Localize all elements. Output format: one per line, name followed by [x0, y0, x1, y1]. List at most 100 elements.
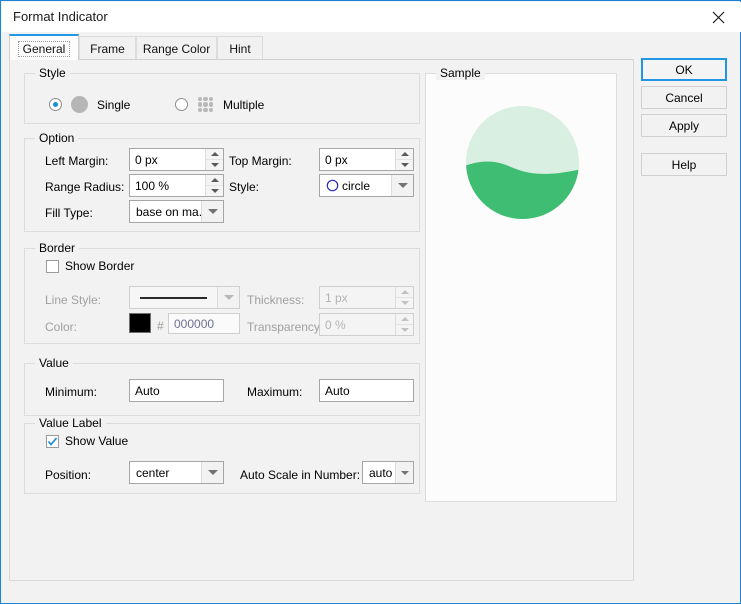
- cancel-button[interactable]: Cancel: [641, 86, 727, 109]
- style-group: Style Single Multiple: [24, 73, 420, 124]
- top-margin-label: Top Margin:: [229, 154, 292, 168]
- minimum-label: Minimum:: [45, 385, 97, 399]
- show-border-checkbox[interactable]: Show Border: [46, 259, 134, 273]
- value-label-group-legend: Value Label: [35, 416, 106, 430]
- range-radius-spin-down[interactable]: [206, 186, 223, 196]
- value-group: Value Minimum: Auto Maximum: Auto: [24, 363, 420, 416]
- indicator-gauge-icon: [465, 105, 580, 220]
- fill-type-label: Fill Type:: [45, 206, 93, 220]
- transparency-spinner[interactable]: 0 %: [319, 313, 414, 336]
- show-value-label: Show Value: [65, 434, 128, 448]
- minimum-input[interactable]: Auto: [129, 379, 224, 402]
- transparency-spin-buttons[interactable]: [395, 314, 413, 335]
- thickness-value: 1 px: [320, 287, 395, 308]
- fill-type-chevron-down-icon[interactable]: [201, 201, 223, 222]
- left-margin-label: Left Margin:: [45, 154, 108, 168]
- radio-multiple[interactable]: Multiple: [175, 96, 264, 113]
- top-margin-spin-down[interactable]: [396, 160, 413, 170]
- radio-multiple-button[interactable]: [175, 98, 188, 111]
- window-title: Format Indicator: [13, 9, 108, 24]
- show-border-checkbox-box[interactable]: [46, 260, 59, 273]
- fill-type-combo[interactable]: base on ma...: [129, 200, 224, 223]
- shape-style-value: circle: [342, 179, 370, 193]
- apply-button[interactable]: Apply: [641, 114, 727, 137]
- border-group: Border Show Border Line Style: Thickness…: [24, 248, 420, 344]
- line-style-chevron-down-icon[interactable]: [217, 287, 239, 308]
- transparency-spin-up[interactable]: [396, 314, 413, 325]
- style-group-legend: Style: [35, 66, 70, 80]
- maximum-value: Auto: [325, 384, 350, 398]
- range-radius-spin-up[interactable]: [206, 175, 223, 186]
- range-radius-label: Range Radius:: [45, 180, 124, 194]
- radio-single-label: Single: [97, 98, 130, 112]
- tab-hint-label: Hint: [229, 42, 250, 56]
- left-margin-spinner[interactable]: 0 px: [129, 148, 224, 171]
- show-value-checkbox-box[interactable]: [46, 435, 59, 448]
- top-margin-spin-buttons[interactable]: [395, 149, 413, 170]
- left-margin-spin-up[interactable]: [206, 149, 223, 160]
- tab-frame[interactable]: Frame: [79, 36, 136, 60]
- top-margin-value: 0 px: [320, 149, 395, 170]
- dot-grid-icon: [197, 96, 214, 113]
- ok-button[interactable]: OK: [641, 58, 727, 81]
- cancel-button-label: Cancel: [665, 91, 702, 105]
- range-radius-spin-buttons[interactable]: [205, 175, 223, 196]
- sample-group: Sample: [425, 73, 617, 502]
- radio-single[interactable]: Single: [49, 96, 130, 113]
- thickness-spin-up[interactable]: [396, 287, 413, 298]
- tab-strip: General Frame Range Color Hint: [9, 34, 634, 60]
- value-group-legend: Value: [35, 356, 73, 370]
- shape-style-chevron-down-icon[interactable]: [391, 175, 413, 196]
- tab-range-color[interactable]: Range Color: [136, 36, 217, 60]
- tab-frame-label: Frame: [90, 42, 125, 56]
- range-radius-spinner[interactable]: 100 %: [129, 174, 224, 197]
- auto-scale-combo[interactable]: auto: [362, 461, 414, 484]
- border-color-hex-input[interactable]: 000000: [168, 313, 240, 334]
- transparency-spin-down[interactable]: [396, 325, 413, 335]
- apply-button-label: Apply: [669, 119, 699, 133]
- position-chevron-down-icon[interactable]: [201, 462, 223, 483]
- title-bar: Format Indicator: [2, 2, 741, 32]
- thickness-spin-down[interactable]: [396, 298, 413, 308]
- auto-scale-label: Auto Scale in Number:: [240, 468, 360, 482]
- position-value: center: [130, 462, 201, 483]
- top-margin-spin-up[interactable]: [396, 149, 413, 160]
- transparency-label: Transparency:: [247, 320, 323, 334]
- position-combo[interactable]: center: [129, 461, 224, 484]
- shape-style-value-wrap: circle: [320, 175, 391, 196]
- radio-single-button[interactable]: [49, 98, 62, 111]
- fill-type-value: base on ma...: [130, 201, 201, 222]
- auto-scale-chevron-down-icon[interactable]: [395, 462, 413, 483]
- sample-group-legend: Sample: [436, 66, 485, 80]
- shape-style-combo[interactable]: circle: [319, 174, 414, 197]
- transparency-value: 0 %: [320, 314, 395, 335]
- hex-hash-label: #: [157, 319, 164, 333]
- thickness-spin-buttons[interactable]: [395, 287, 413, 308]
- help-button-label: Help: [672, 158, 697, 172]
- left-margin-spin-buttons[interactable]: [205, 149, 223, 170]
- radio-multiple-label: Multiple: [223, 98, 264, 112]
- show-value-checkbox[interactable]: Show Value: [46, 434, 128, 448]
- range-radius-value: 100 %: [130, 175, 205, 196]
- show-border-label: Show Border: [65, 259, 134, 273]
- thickness-spinner[interactable]: 1 px: [319, 286, 414, 309]
- tab-range-color-label: Range Color: [143, 42, 210, 56]
- shape-style-label: Style:: [229, 180, 259, 194]
- border-color-swatch[interactable]: [129, 313, 151, 333]
- option-group-legend: Option: [35, 131, 78, 145]
- line-style-label: Line Style:: [45, 293, 101, 307]
- left-margin-spin-down[interactable]: [206, 160, 223, 170]
- help-button[interactable]: Help: [641, 153, 727, 176]
- general-tab-panel: Style Single Multiple Option Left Margin…: [9, 59, 634, 581]
- line-style-combo[interactable]: [129, 286, 240, 309]
- ok-button-label: OK: [675, 63, 692, 77]
- top-margin-spinner[interactable]: 0 px: [319, 148, 414, 171]
- value-label-group: Value Label Show Value Position: center …: [24, 423, 420, 494]
- maximum-input[interactable]: Auto: [319, 379, 414, 402]
- tab-hint[interactable]: Hint: [217, 36, 263, 60]
- sample-preview: [465, 105, 580, 220]
- close-icon[interactable]: [696, 2, 741, 32]
- option-group: Option Left Margin: 0 px Top Margin: 0 p…: [24, 138, 420, 232]
- tab-general[interactable]: General: [9, 34, 79, 60]
- tab-general-label: General: [18, 41, 71, 57]
